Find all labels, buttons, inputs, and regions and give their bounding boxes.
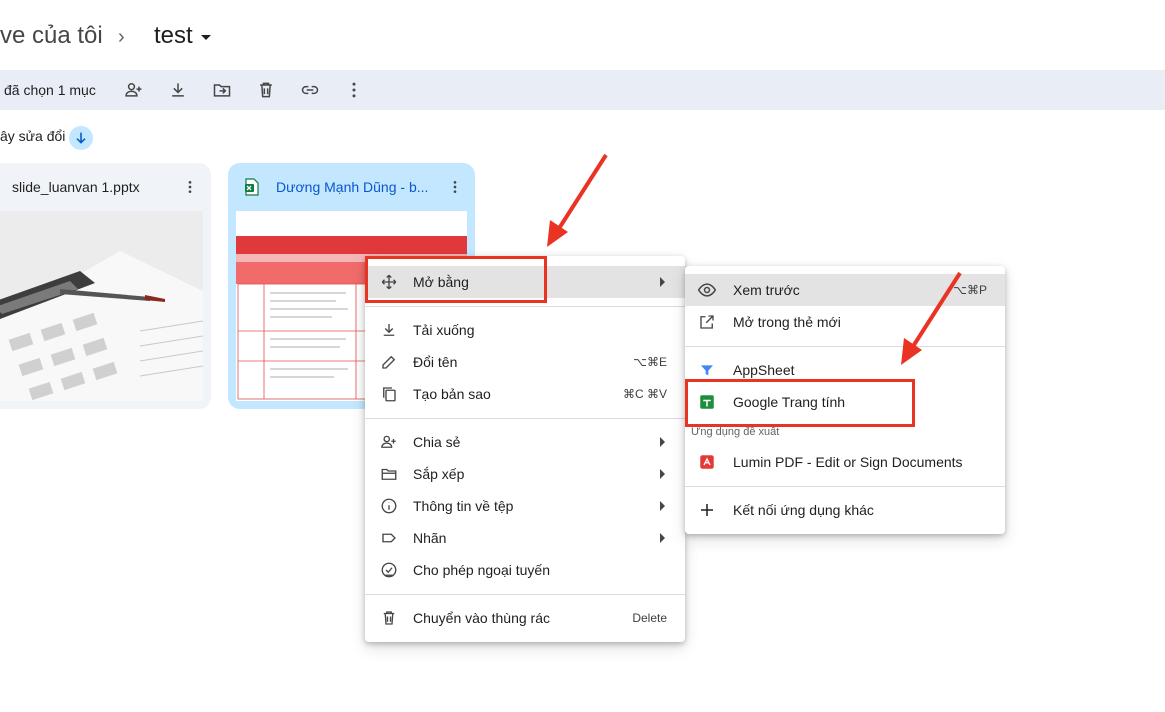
- download-icon: [172, 83, 184, 97]
- excel-icon: [244, 178, 260, 196]
- submenu-arrow-icon: [660, 533, 665, 543]
- submenu-item-preview[interactable]: Xem trước ⌥⌘P: [685, 274, 1005, 306]
- file-more-button[interactable]: [445, 177, 465, 197]
- menu-item-rename[interactable]: Đổi tên ⌥⌘E: [365, 346, 685, 378]
- open-in-new-icon: [697, 312, 717, 332]
- menu-item-offline[interactable]: Cho phép ngoại tuyến: [365, 554, 685, 586]
- appsheet-icon: [697, 360, 717, 380]
- menu-divider: [685, 486, 1005, 487]
- menu-item-label: Chia sẻ: [413, 434, 461, 450]
- delete-button[interactable]: [244, 70, 288, 110]
- plus-icon: [697, 500, 717, 520]
- more-vert-icon: [453, 181, 457, 193]
- submenu-item-lumin-pdf[interactable]: Lumin PDF - Edit or Sign Documents: [685, 446, 1005, 478]
- submenu-arrow-icon: [660, 277, 665, 287]
- sort-direction-button[interactable]: [69, 126, 93, 150]
- file-thumbnail: [0, 211, 203, 401]
- caret-down-icon: [200, 34, 211, 40]
- calculator-image: [0, 211, 203, 401]
- sort-label[interactable]: ây sửa đổi: [0, 128, 65, 144]
- menu-item-shortcut: ⌘C ⌘V: [622, 387, 667, 401]
- download-button[interactable]: [156, 70, 200, 110]
- file-more-button[interactable]: [180, 177, 200, 197]
- pencil-icon: [379, 352, 399, 372]
- submenu-item-connect-more-apps[interactable]: Kết nối ứng dụng khác: [685, 494, 1005, 526]
- copy-icon: [379, 384, 399, 404]
- add-person-icon: [125, 83, 142, 97]
- file-card[interactable]: slide_luanvan 1.pptx: [0, 163, 211, 409]
- label-icon: [379, 528, 399, 548]
- annotation-arrow: [547, 153, 608, 247]
- breadcrumb-current-label: test: [154, 22, 193, 49]
- submenu-item-label: Xem trước: [733, 282, 800, 298]
- menu-item-label: Sắp xếp: [413, 466, 465, 482]
- share-button[interactable]: [112, 70, 156, 110]
- menu-item-share[interactable]: Chia sẻ: [365, 426, 685, 458]
- annotation-box-open-with: [365, 256, 547, 303]
- menu-item-label: Cho phép ngoại tuyến: [413, 562, 550, 578]
- lumin-pdf-icon: [697, 452, 717, 472]
- folder-icon: [379, 464, 399, 484]
- menu-item-label: Đổi tên: [413, 354, 458, 370]
- menu-item-make-copy[interactable]: Tạo bản sao ⌘C ⌘V: [365, 378, 685, 410]
- menu-item-label: Nhãn: [413, 530, 447, 546]
- more-vert-icon: [352, 82, 356, 98]
- submenu-item-open-new-tab[interactable]: Mở trong thẻ mới: [685, 306, 1005, 338]
- submenu-item-label: Lumin PDF - Edit or Sign Documents: [733, 454, 963, 470]
- breadcrumb-separator: ›: [118, 26, 125, 48]
- menu-item-label: Thông tin về tệp: [413, 498, 514, 514]
- submenu-item-shortcut: ⌥⌘P: [953, 283, 987, 297]
- breadcrumb-current-folder[interactable]: test: [154, 22, 211, 50]
- file-name: slide_luanvan 1.pptx: [12, 179, 140, 195]
- menu-item-labels[interactable]: Nhãn: [365, 522, 685, 554]
- menu-divider: [365, 418, 685, 419]
- more-vert-icon: [188, 181, 192, 193]
- menu-item-download[interactable]: Tải xuống: [365, 314, 685, 346]
- annotation-box-google-sheets: [685, 379, 915, 427]
- copy-link-button[interactable]: [288, 70, 332, 110]
- menu-item-shortcut: Delete: [632, 611, 667, 625]
- menu-item-shortcut: ⌥⌘E: [633, 355, 667, 369]
- menu-item-label: Tải xuống: [413, 322, 475, 338]
- arrow-down-icon: [76, 132, 86, 144]
- breadcrumb-root[interactable]: ve của tôi: [0, 22, 103, 50]
- menu-item-label: Chuyển vào thùng rác: [413, 610, 550, 626]
- menu-divider: [365, 306, 685, 307]
- suggested-apps-header: Ứng dụng đề xuất: [691, 426, 780, 438]
- submenu-item-label: AppSheet: [733, 362, 795, 378]
- submenu-arrow-icon: [660, 437, 665, 447]
- offline-check-icon: [379, 560, 399, 580]
- menu-item-file-info[interactable]: Thông tin về tệp: [365, 490, 685, 522]
- move-button[interactable]: [200, 70, 244, 110]
- submenu-item-label: Kết nối ứng dụng khác: [733, 502, 874, 518]
- selection-toolbar: đã chọn 1 mục: [0, 70, 1165, 110]
- submenu-item-label: Mở trong thẻ mới: [733, 314, 841, 330]
- menu-item-organize[interactable]: Sắp xếp: [365, 458, 685, 490]
- menu-divider: [365, 594, 685, 595]
- submenu-arrow-icon: [660, 501, 665, 511]
- menu-divider: [685, 346, 1005, 347]
- add-person-icon: [379, 432, 399, 452]
- menu-item-label: Tạo bản sao: [413, 386, 491, 402]
- file-name: Dương Mạnh Dũng - b...: [276, 179, 429, 195]
- eye-icon: [697, 280, 717, 300]
- download-icon: [379, 320, 399, 340]
- selection-count: đã chọn 1 mục: [4, 82, 96, 98]
- menu-item-move-to-trash[interactable]: Chuyển vào thùng rác Delete: [365, 602, 685, 634]
- link-icon: [301, 85, 319, 95]
- info-icon: [379, 496, 399, 516]
- more-actions-button[interactable]: [332, 70, 376, 110]
- move-to-folder-icon: [213, 84, 231, 97]
- submenu-arrow-icon: [660, 469, 665, 479]
- trash-icon: [379, 608, 399, 628]
- context-menu: Mở bằng Tải xuống Đổi tên ⌥⌘E Tạo bản sa…: [365, 256, 685, 642]
- trash-icon: [260, 82, 272, 98]
